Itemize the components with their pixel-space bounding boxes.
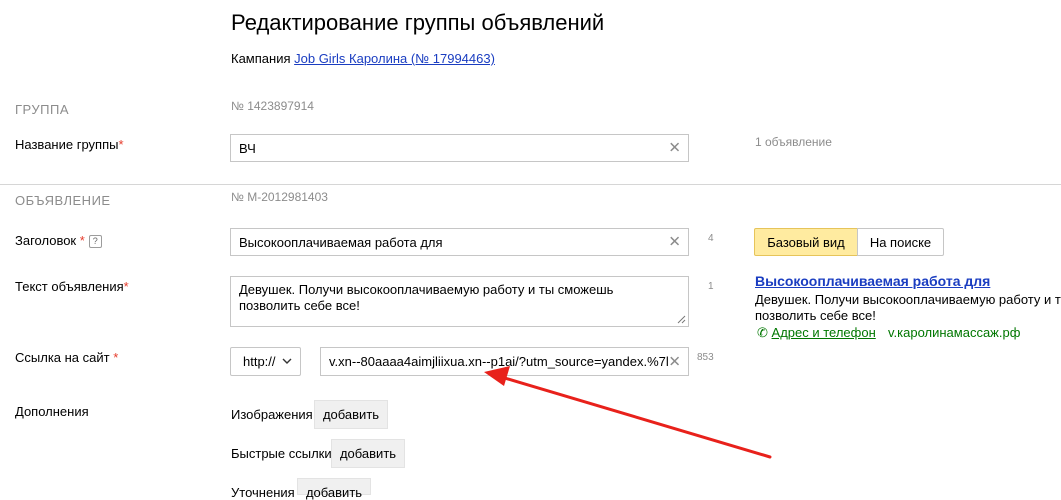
headline-label: Заголовок *? <box>15 233 102 248</box>
images-label: Изображения <box>231 407 313 422</box>
addons-label: Дополнения <box>15 404 89 419</box>
red-arrow-annotation <box>484 366 772 459</box>
campaign-prefix: Кампания <box>231 51 291 66</box>
campaign-link[interactable]: Job Girls Каролина (№ 17994463) <box>294 51 495 66</box>
ad-text-line-1: Девушек. Получи высокооплачиваемую работ… <box>239 282 614 297</box>
resize-grip-icon[interactable] <box>677 315 686 324</box>
group-name-value: ВЧ <box>239 140 256 156</box>
section-divider <box>0 184 1061 185</box>
preview-body-line-2: позволить себе все! <box>755 308 876 323</box>
protocol-value: http:// <box>243 354 276 369</box>
url-label: Ссылка на сайт * <box>15 350 119 365</box>
ad-text-counter: 1 <box>708 281 714 292</box>
preview-body-line-1: Девушек. Получи высокооплачиваемую работ… <box>755 292 1061 307</box>
headline-value: Высокооплачиваемая работа для <box>239 234 443 250</box>
ad-text-label: Текст объявления* <box>15 279 129 294</box>
clarifications-label: Уточнения <box>231 485 295 500</box>
required-mark: * <box>123 279 129 294</box>
close-icon[interactable]: ✕ <box>668 235 681 250</box>
preview-contacts[interactable]: ✆ Адрес и телефон <box>757 325 876 341</box>
ads-count: 1 объявление <box>755 135 832 149</box>
ad-number: № M-2012981403 <box>231 190 328 204</box>
ad-text-textarea[interactable]: Девушек. Получи высокооплачиваемую работ… <box>230 276 689 327</box>
ad-section-title: ОБЪЯВЛЕНИЕ <box>15 193 111 208</box>
help-icon[interactable]: ? <box>88 235 102 248</box>
preview-body: Девушек. Получи высокооплачиваемую работ… <box>755 292 1061 324</box>
group-name-input[interactable]: ВЧ ✕ <box>230 134 689 162</box>
required-mark: * <box>118 137 124 152</box>
preview-domain: v.каролинамассаж.рф <box>888 325 1021 340</box>
add-clarifications-button[interactable]: добавить <box>297 478 371 500</box>
headline-input[interactable]: Высокооплачиваемая работа для ✕ <box>230 228 689 256</box>
campaign-line: Кампания Job Girls Каролина (№ 17994463) <box>231 51 495 66</box>
preview-title[interactable]: Высокооплачиваемая работа для <box>755 273 990 289</box>
ad-text-line-2: позволить себе все! <box>239 298 360 313</box>
required-mark: * <box>113 350 119 365</box>
tab-on-search[interactable]: На поиске <box>857 228 944 256</box>
page-title: Редактирование группы объявлений <box>231 10 605 35</box>
group-section-title: ГРУППА <box>15 102 70 117</box>
protocol-select[interactable]: http:// <box>230 347 301 376</box>
chevron-down-icon <box>282 358 292 364</box>
add-images-button[interactable]: добавить <box>314 400 388 429</box>
close-icon[interactable]: ✕ <box>668 141 681 156</box>
tab-basic-view[interactable]: Базовый вид <box>754 228 858 256</box>
preview-contacts-link[interactable]: Адрес и телефон <box>772 325 876 340</box>
group-number: № 1423897914 <box>231 99 314 113</box>
quicklinks-label: Быстрые ссылки <box>231 446 332 461</box>
add-quicklinks-button[interactable]: добавить <box>331 439 405 468</box>
required-mark: * <box>79 233 85 248</box>
group-name-label: Название группы* <box>15 137 124 152</box>
phone-icon: ✆ <box>757 325 768 340</box>
headline-counter: 4 <box>708 233 714 244</box>
